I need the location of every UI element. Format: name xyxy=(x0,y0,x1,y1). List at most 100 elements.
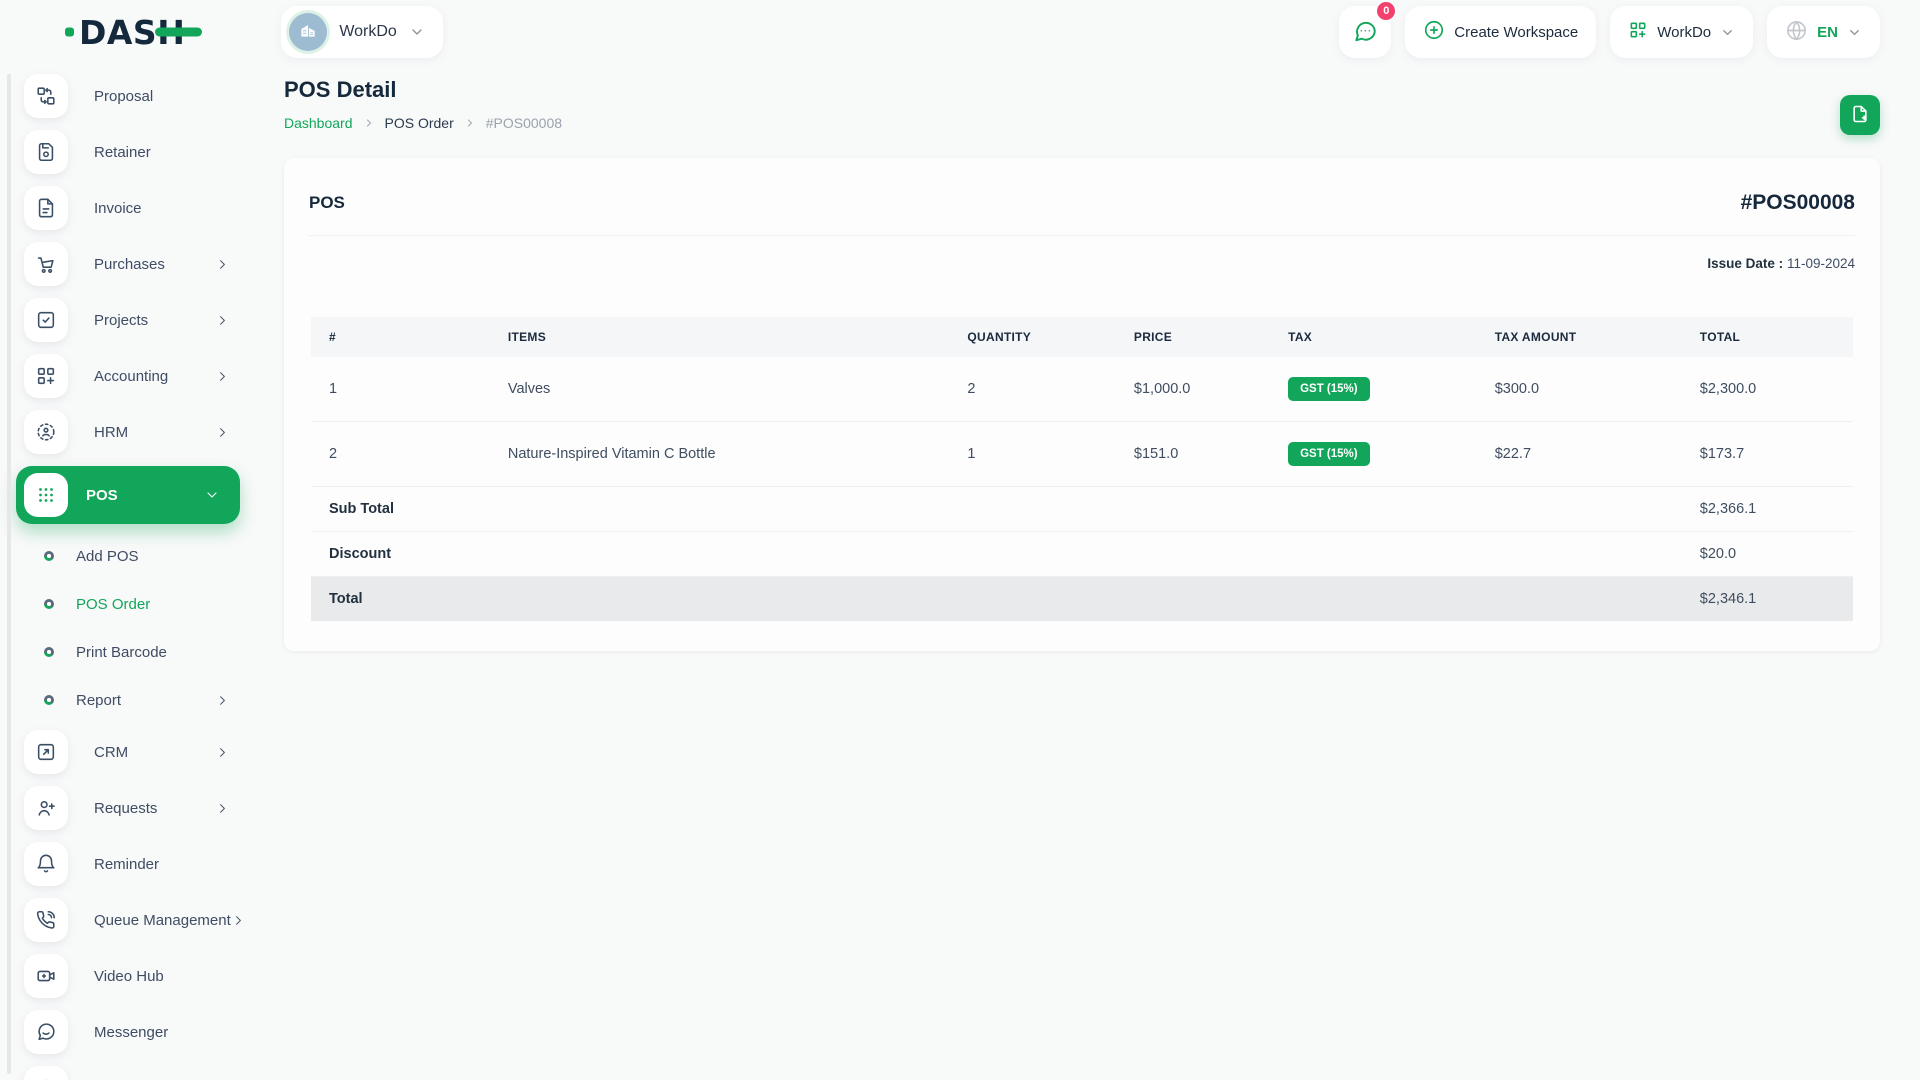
cell-total: $2,300.0 xyxy=(1681,357,1853,422)
messages-button[interactable]: 0 xyxy=(1339,0,1398,58)
sidebar-item-requests[interactable]: Requests xyxy=(24,786,258,830)
sidebar-item-label: Accounting xyxy=(94,367,169,385)
sidebar-item-hrm[interactable]: HRM xyxy=(24,410,258,454)
sidebar-item-accounting[interactable]: Accounting xyxy=(24,354,258,398)
sidebar-item-label: Requests xyxy=(94,799,158,817)
sidebar-subitem-label: Print Barcode xyxy=(76,643,167,661)
cell-tax-amount: $300.0 xyxy=(1476,357,1682,422)
chevron-right-icon xyxy=(215,313,230,328)
chevron-down-icon xyxy=(204,487,220,503)
summary-spacer xyxy=(489,486,1682,532)
sidebar-item-messenger[interactable]: Messenger xyxy=(24,1010,258,1054)
logo-dot xyxy=(65,27,74,37)
table-header-cell: PRICE xyxy=(1115,317,1271,357)
sidebar-item-proposal[interactable]: Proposal xyxy=(24,74,258,118)
sidebar-item-label: Retainer xyxy=(94,143,151,161)
main-content: POS Detail Dashboard POS Order #POS00008 P… xyxy=(284,64,1880,651)
sidebar-item-purchases[interactable]: Purchases xyxy=(24,242,258,286)
table-header-cell: TAX xyxy=(1270,317,1477,357)
chevron-right-icon xyxy=(231,913,246,928)
tax-badge: GST (15%) xyxy=(1288,442,1370,466)
chevron-right-icon xyxy=(363,117,375,129)
summary-label: Sub Total xyxy=(311,486,490,532)
bullet-icon xyxy=(44,599,54,609)
create-workspace-button[interactable]: Create Workspace xyxy=(1405,6,1597,58)
queue-icon xyxy=(24,898,68,942)
cell-no: 2 xyxy=(311,421,490,487)
company-dropdown[interactable]: WorkDo xyxy=(1610,6,1754,58)
requests-icon xyxy=(24,786,68,830)
summary-row-discount: Discount $20.0 xyxy=(311,531,1853,577)
bullet-icon xyxy=(44,695,54,705)
language-label: EN xyxy=(1817,23,1838,41)
cell-item: Nature-Inspired Vitamin C Bottle xyxy=(489,421,950,487)
app-logo[interactable]: DASH xyxy=(65,10,202,54)
sidebar-item-label: Messenger xyxy=(94,1023,169,1041)
sidebar-item-label: Proposal xyxy=(94,87,154,105)
table-header-cell: TOTAL xyxy=(1681,317,1853,357)
chevron-right-icon xyxy=(215,425,230,440)
sidebar-scrollbar[interactable] xyxy=(7,74,11,1074)
pos-icon xyxy=(24,473,68,517)
summary-value: $20.0 xyxy=(1681,531,1853,577)
grid-plus-icon xyxy=(1628,20,1648,44)
sidebar-item-invoice[interactable]: Invoice xyxy=(24,186,258,230)
breadcrumb-item: POS Order xyxy=(384,115,454,131)
summary-value: $2,346.1 xyxy=(1681,576,1853,621)
pos-items-table: # ITEMS QUANTITY PRICE TAX TAX AMOUNT TOTAL 1V… xyxy=(311,317,1853,621)
pos-detail-card: POS #POS00008 Issue Date : 11-09-2024 # I… xyxy=(284,158,1880,651)
sidebar-item-pos[interactable]: POS xyxy=(16,466,240,524)
projects-icon xyxy=(24,298,68,342)
sidebar-item-helpdesk[interactable]: Helpdesk xyxy=(24,1066,258,1080)
accounting-icon xyxy=(24,354,68,398)
chevron-down-icon xyxy=(409,24,425,40)
cell-total: $173.7 xyxy=(1681,421,1853,487)
sidebar-subitem-print-barcode[interactable]: Print Barcode xyxy=(24,634,230,670)
globe-icon xyxy=(1785,19,1808,46)
issue-date-label: Issue Date : xyxy=(1707,256,1784,271)
sidebar-subitem-label: Add POS xyxy=(76,547,139,565)
table-header-cell: QUANTITY xyxy=(949,317,1116,357)
invoice-icon xyxy=(24,186,68,230)
create-workspace-label: Create Workspace xyxy=(1454,23,1579,41)
logo-bar xyxy=(155,27,202,37)
top-header: DASH WorkDo 0 Create Workspace WorkDo EN xyxy=(0,0,1920,64)
file-plus-icon xyxy=(1850,104,1870,127)
table-header-cell: ITEMS xyxy=(489,317,950,357)
sidebar-item-projects[interactable]: Projects xyxy=(24,298,258,342)
sidebar-subitem-pos-order[interactable]: POS Order xyxy=(24,586,230,622)
sidebar-subitem-add-pos[interactable]: Add POS xyxy=(24,538,230,574)
table-header-row: # ITEMS QUANTITY PRICE TAX TAX AMOUNT TOTAL xyxy=(311,317,1853,357)
sidebar-item-queue-management[interactable]: Queue Management xyxy=(24,898,258,942)
messenger-icon xyxy=(24,1010,68,1054)
sidebar-item-label: HRM xyxy=(94,423,129,441)
duplicate-pos-button[interactable] xyxy=(1840,95,1880,135)
sidebar-item-video-hub[interactable]: Video Hub xyxy=(24,954,258,998)
cell-tax-amount: $22.7 xyxy=(1476,421,1682,487)
breadcrumb: Dashboard POS Order #POS00008 xyxy=(284,115,562,131)
table-header-cell: # xyxy=(311,317,490,357)
workspace-switcher[interactable]: WorkDo xyxy=(281,6,443,58)
cell-tax: GST (15%) xyxy=(1270,357,1477,422)
issue-date-value: 11-09-2024 xyxy=(1786,256,1855,271)
video-icon xyxy=(24,954,68,998)
sidebar-item-label: POS xyxy=(86,486,118,504)
sidebar-item-crm[interactable]: CRM xyxy=(24,730,258,774)
summary-row-total: Total $2,346.1 xyxy=(311,576,1853,621)
sidebar-item-label: Video Hub xyxy=(94,967,164,985)
sidebar-subitem-report[interactable]: Report xyxy=(24,682,230,718)
cell-quantity: 2 xyxy=(949,357,1116,422)
sidebar-item-reminder[interactable]: Reminder xyxy=(24,842,258,886)
summary-spacer xyxy=(489,576,1682,621)
sidebar-subitem-label: POS Order xyxy=(76,595,151,613)
language-dropdown[interactable]: EN xyxy=(1767,6,1880,58)
purchases-icon xyxy=(24,242,68,286)
sidebar-item-retainer[interactable]: Retainer xyxy=(24,130,258,174)
issue-date: Issue Date : 11-09-2024 xyxy=(309,256,1855,271)
sidebar-subitem-label: Report xyxy=(76,691,122,709)
chevron-right-icon xyxy=(215,801,230,816)
pos-number: #POS00008 xyxy=(1740,191,1855,214)
building-icon xyxy=(298,20,318,45)
chevron-right-icon xyxy=(215,693,230,708)
breadcrumb-link-dashboard[interactable]: Dashboard xyxy=(284,115,353,131)
